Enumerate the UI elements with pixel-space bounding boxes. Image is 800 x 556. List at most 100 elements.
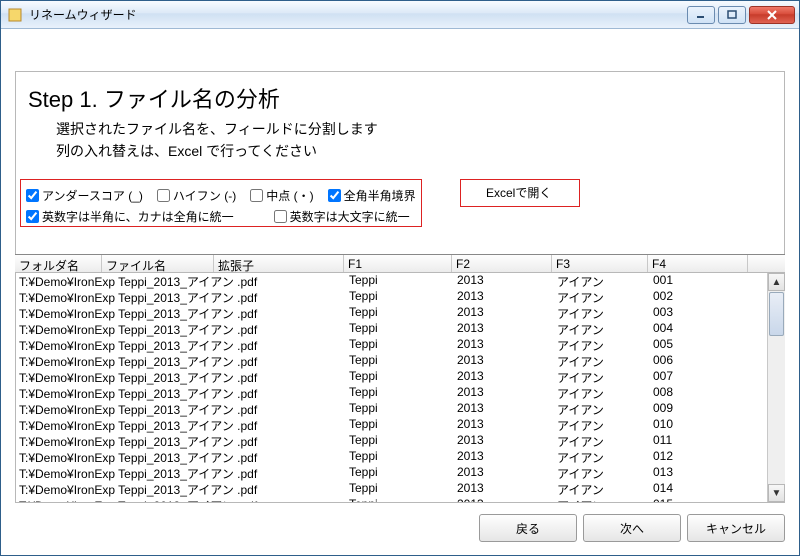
cell-f4: 015 — [649, 497, 749, 502]
cell-f3: アイアン — [553, 385, 649, 401]
client-area: Step 1. ファイル名の分析 選択されたファイル名を、フィールドに分割します… — [1, 29, 799, 555]
col-f2[interactable]: F2 — [452, 255, 552, 272]
table-row[interactable]: T:¥Demo¥IronExp Teppi_2013_アイアン .pdfTepp… — [15, 433, 767, 449]
checkbox-hyphen[interactable]: ハイフン (-) — [157, 187, 236, 204]
col-f1[interactable]: F1 — [344, 255, 452, 272]
checkbox-underscore[interactable]: アンダースコア (_) — [26, 187, 143, 204]
checkbox-unify-width-input[interactable] — [26, 210, 39, 223]
cell-f4: 012 — [649, 449, 749, 465]
checkbox-upper[interactable]: 英数字は大文字に統一 — [274, 208, 410, 225]
table-row[interactable]: T:¥Demo¥IronExp Teppi_2013_アイアン .pdfTepp… — [15, 401, 767, 417]
cell-f3: アイアン — [553, 417, 649, 433]
close-button[interactable] — [749, 6, 795, 24]
cell-f1: Teppi — [345, 481, 453, 497]
cell-f2: 2013 — [453, 481, 553, 497]
checkbox-zenhan[interactable]: 全角半角境界 — [328, 187, 416, 204]
checkbox-underscore-input[interactable] — [26, 189, 39, 202]
cell-f3: アイアン — [553, 353, 649, 369]
checkbox-hyphen-label: ハイフン (-) — [173, 187, 236, 204]
cell-f4: 006 — [649, 353, 749, 369]
cell-f1: Teppi — [345, 353, 453, 369]
cell-path: T:¥Demo¥IronExp Teppi_2013_アイアン .pdf — [15, 353, 345, 369]
cell-f1: Teppi — [345, 449, 453, 465]
cell-path: T:¥Demo¥IronExp Teppi_2013_アイアン .pdf — [15, 289, 345, 305]
col-ext[interactable]: 拡張子 — [214, 255, 344, 272]
open-in-excel-button[interactable]: Excelで開く — [476, 183, 561, 203]
vertical-scrollbar[interactable]: ▲ ▼ — [767, 273, 785, 502]
cell-f4: 010 — [649, 417, 749, 433]
table-row[interactable]: T:¥Demo¥IronExp Teppi_2013_アイアン .pdfTepp… — [15, 273, 767, 289]
scroll-down-arrow[interactable]: ▼ — [768, 484, 785, 502]
table-row[interactable]: T:¥Demo¥IronExp Teppi_2013_アイアン .pdfTepp… — [15, 321, 767, 337]
cell-f1: Teppi — [345, 289, 453, 305]
options-area: アンダースコア (_) ハイフン (-) 中点 (・) 全角半角境界 英数字は半… — [20, 185, 780, 227]
cancel-button[interactable]: キャンセル — [687, 514, 785, 542]
col-folder[interactable]: フォルダ名 — [15, 255, 102, 272]
cell-f4: 013 — [649, 465, 749, 481]
checkbox-unify-width[interactable]: 英数字は半角に、カナは全角に統一 — [26, 208, 234, 225]
cell-path: T:¥Demo¥IronExp Teppi_2013_アイアン .pdf — [15, 369, 345, 385]
cell-f2: 2013 — [453, 433, 553, 449]
cell-f3: アイアン — [553, 369, 649, 385]
cell-f3: アイアン — [553, 433, 649, 449]
table-row[interactable]: T:¥Demo¥IronExp Teppi_2013_アイアン .pdfTepp… — [15, 449, 767, 465]
cell-f3: アイアン — [553, 289, 649, 305]
cell-f4: 009 — [649, 401, 749, 417]
table-row[interactable]: T:¥Demo¥IronExp Teppi_2013_アイアン .pdfTepp… — [15, 369, 767, 385]
checkbox-hyphen-input[interactable] — [157, 189, 170, 202]
grid-container: フォルダ名 ファイル名 拡張子 F1 F2 F3 F4 T:¥Demo¥Iron… — [15, 254, 785, 502]
col-f4[interactable]: F4 — [648, 255, 748, 272]
window-buttons — [687, 6, 795, 24]
col-file[interactable]: ファイル名 — [102, 255, 214, 272]
cell-f2: 2013 — [453, 273, 553, 289]
table-row[interactable]: T:¥Demo¥IronExp Teppi_2013_アイアン .pdfTepp… — [15, 417, 767, 433]
grid-header: フォルダ名 ファイル名 拡張子 F1 F2 F3 F4 — [15, 255, 785, 273]
cell-f2: 2013 — [453, 337, 553, 353]
table-row[interactable]: T:¥Demo¥IronExp Teppi_2013_アイアン .pdfTepp… — [15, 289, 767, 305]
cell-f2: 2013 — [453, 321, 553, 337]
cell-f1: Teppi — [345, 401, 453, 417]
maximize-button[interactable] — [718, 6, 746, 24]
cell-f2: 2013 — [453, 497, 553, 502]
cell-f2: 2013 — [453, 369, 553, 385]
cell-f1: Teppi — [345, 417, 453, 433]
step-heading: Step 1. ファイル名の分析 — [28, 82, 784, 114]
checkbox-middot-input[interactable] — [250, 189, 263, 202]
step-desc-1: 選択されたファイル名を、フィールドに分割します — [56, 118, 784, 140]
cell-f1: Teppi — [345, 433, 453, 449]
cell-path: T:¥Demo¥IronExp Teppi_2013_アイアン .pdf — [15, 481, 345, 497]
cell-path: T:¥Demo¥IronExp Teppi_2013_アイアン .pdf — [15, 465, 345, 481]
cell-f4: 004 — [649, 321, 749, 337]
cell-path: T:¥Demo¥IronExp Teppi_2013_アイアン .pdf — [15, 401, 345, 417]
cell-f3: アイアン — [553, 401, 649, 417]
cell-f1: Teppi — [345, 273, 453, 289]
cell-f3: アイアン — [553, 305, 649, 321]
scroll-thumb[interactable] — [769, 292, 784, 336]
cell-f1: Teppi — [345, 321, 453, 337]
next-button[interactable]: 次へ — [583, 514, 681, 542]
table-row[interactable]: T:¥Demo¥IronExp Teppi_2013_アイアン .pdfTepp… — [15, 337, 767, 353]
checkbox-middot[interactable]: 中点 (・) — [250, 187, 313, 204]
scroll-up-arrow[interactable]: ▲ — [768, 273, 785, 291]
cell-f3: アイアン — [553, 273, 649, 289]
table-row[interactable]: T:¥Demo¥IronExp Teppi_2013_アイアン .pdfTepp… — [15, 385, 767, 401]
table-row[interactable]: T:¥Demo¥IronExp Teppi_2013_アイアン .pdfTepp… — [15, 481, 767, 497]
col-f3[interactable]: F3 — [552, 255, 648, 272]
checkbox-upper-input[interactable] — [274, 210, 287, 223]
checkbox-upper-label: 英数字は大文字に統一 — [290, 208, 410, 225]
cell-path: T:¥Demo¥IronExp Teppi_2013_アイアン .pdf — [15, 321, 345, 337]
table-row[interactable]: T:¥Demo¥IronExp Teppi_2013_アイアン .pdfTepp… — [15, 497, 767, 502]
cell-f1: Teppi — [345, 305, 453, 321]
checkbox-zenhan-input[interactable] — [328, 189, 341, 202]
cell-path: T:¥Demo¥IronExp Teppi_2013_アイアン .pdf — [15, 385, 345, 401]
cell-f2: 2013 — [453, 465, 553, 481]
table-row[interactable]: T:¥Demo¥IronExp Teppi_2013_アイアン .pdfTepp… — [15, 353, 767, 369]
minimize-button[interactable] — [687, 6, 715, 24]
titlebar: リネームウィザード — [1, 1, 799, 29]
cell-f2: 2013 — [453, 353, 553, 369]
back-button[interactable]: 戻る — [479, 514, 577, 542]
table-row[interactable]: T:¥Demo¥IronExp Teppi_2013_アイアン .pdfTepp… — [15, 465, 767, 481]
file-grid: フォルダ名 ファイル名 拡張子 F1 F2 F3 F4 T:¥Demo¥Iron… — [15, 255, 785, 502]
table-row[interactable]: T:¥Demo¥IronExp Teppi_2013_アイアン .pdfTepp… — [15, 305, 767, 321]
cell-f1: Teppi — [345, 497, 453, 502]
